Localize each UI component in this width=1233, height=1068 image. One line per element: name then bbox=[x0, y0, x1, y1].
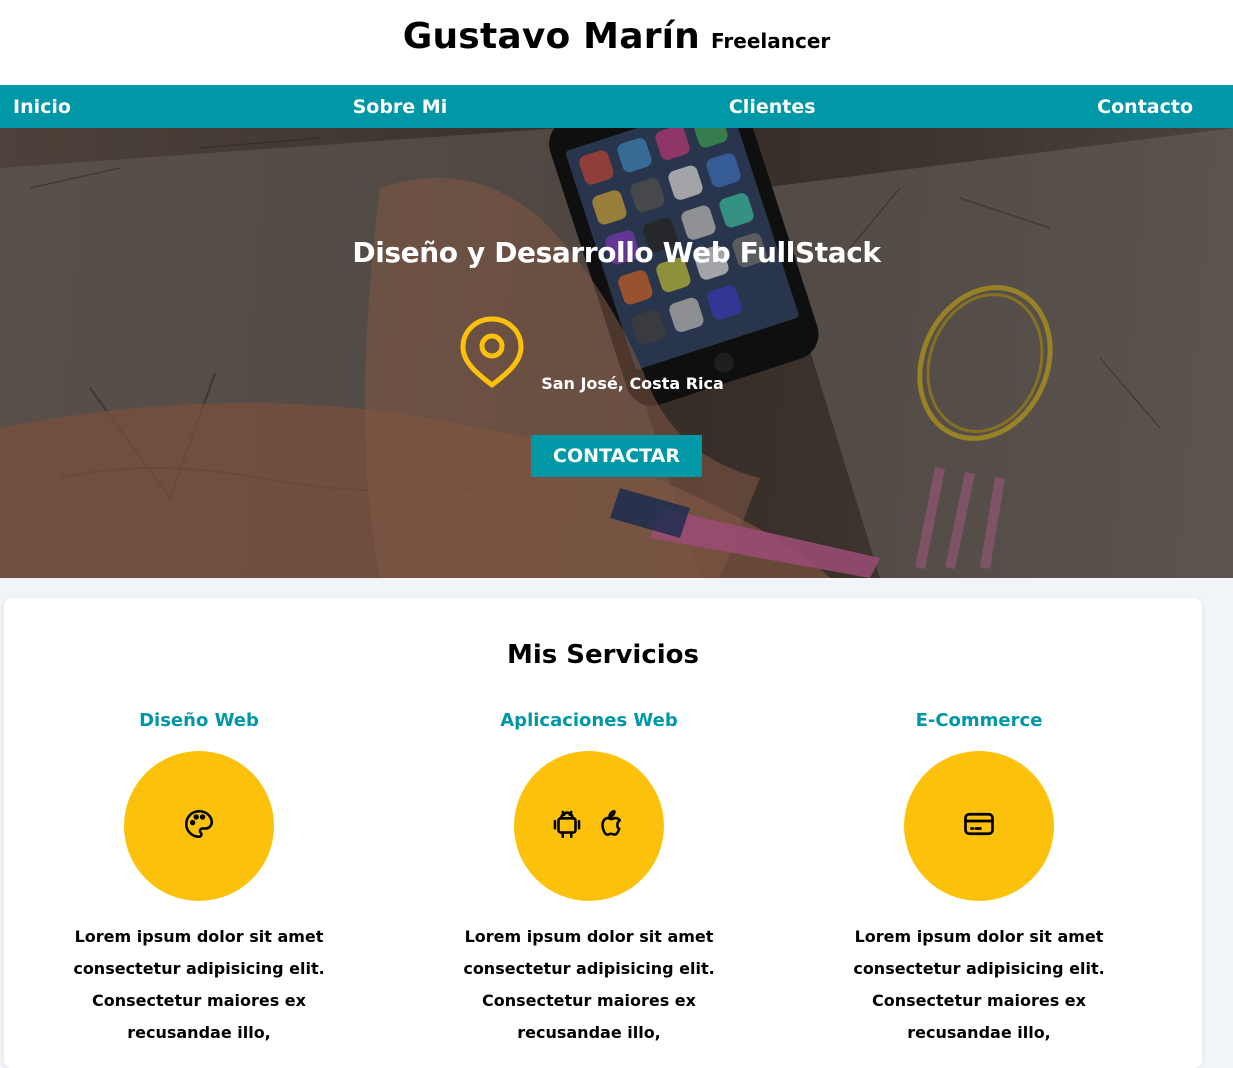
site-header: Gustavo Marín Freelancer bbox=[0, 0, 1233, 85]
service-description: Lorem ipsum dolor sit amet consectetur a… bbox=[73, 927, 325, 1042]
services-grid: Diseño Web Lorem ipsum dolor sit amet co… bbox=[4, 710, 1202, 1049]
hero-section: Diseño y Desarrollo Web FullStack San Jo… bbox=[0, 128, 1233, 578]
location-label: San José, Costa Rica bbox=[541, 374, 724, 393]
nav-contacto[interactable]: Contacto bbox=[1097, 96, 1193, 118]
credit-card-icon bbox=[961, 806, 997, 846]
apple-icon bbox=[594, 807, 628, 845]
service-description: Lorem ipsum dolor sit amet consectetur a… bbox=[463, 927, 715, 1042]
contact-button[interactable]: CONTACTAR bbox=[531, 435, 702, 477]
map-pin-icon bbox=[459, 315, 525, 393]
service-title: E-Commerce bbox=[915, 710, 1043, 731]
service-icon-circle bbox=[124, 751, 274, 901]
service-title: Aplicaciones Web bbox=[500, 710, 678, 731]
services-title: Mis Servicios bbox=[506, 640, 700, 670]
location: San José, Costa Rica bbox=[459, 315, 724, 393]
main-nav: Inicio Sobre Mi Clientes Contacto bbox=[0, 85, 1233, 128]
service-card-e-commerce: E-Commerce Lorem ipsum dolor sit amet co… bbox=[784, 710, 1174, 1049]
android-icon bbox=[550, 807, 584, 845]
nav-sobre-mi[interactable]: Sobre Mi bbox=[353, 96, 448, 118]
palette-icon bbox=[182, 807, 216, 845]
service-card-diseno-web: Diseño Web Lorem ipsum dolor sit amet co… bbox=[4, 710, 394, 1049]
service-card-aplicaciones-web: Aplicaciones Web Lorem ipsum dolor sit a… bbox=[394, 710, 784, 1049]
service-description: Lorem ipsum dolor sit amet consectetur a… bbox=[853, 927, 1105, 1042]
brand-name: Gustavo Marín bbox=[402, 16, 701, 57]
brand-role: Freelancer bbox=[711, 29, 831, 53]
services-section: Mis Servicios Diseño Web Lorem ipsum dol… bbox=[4, 598, 1202, 1068]
hero-content: Diseño y Desarrollo Web FullStack San Jo… bbox=[0, 128, 1233, 578]
service-icon-circle bbox=[514, 751, 664, 901]
service-icon-circle bbox=[904, 751, 1054, 901]
brand: Gustavo Marín Freelancer bbox=[403, 16, 831, 57]
hero-title: Diseño y Desarrollo Web FullStack bbox=[352, 236, 881, 269]
nav-clientes[interactable]: Clientes bbox=[729, 96, 816, 118]
nav-inicio[interactable]: Inicio bbox=[13, 96, 71, 118]
service-title: Diseño Web bbox=[139, 710, 259, 731]
